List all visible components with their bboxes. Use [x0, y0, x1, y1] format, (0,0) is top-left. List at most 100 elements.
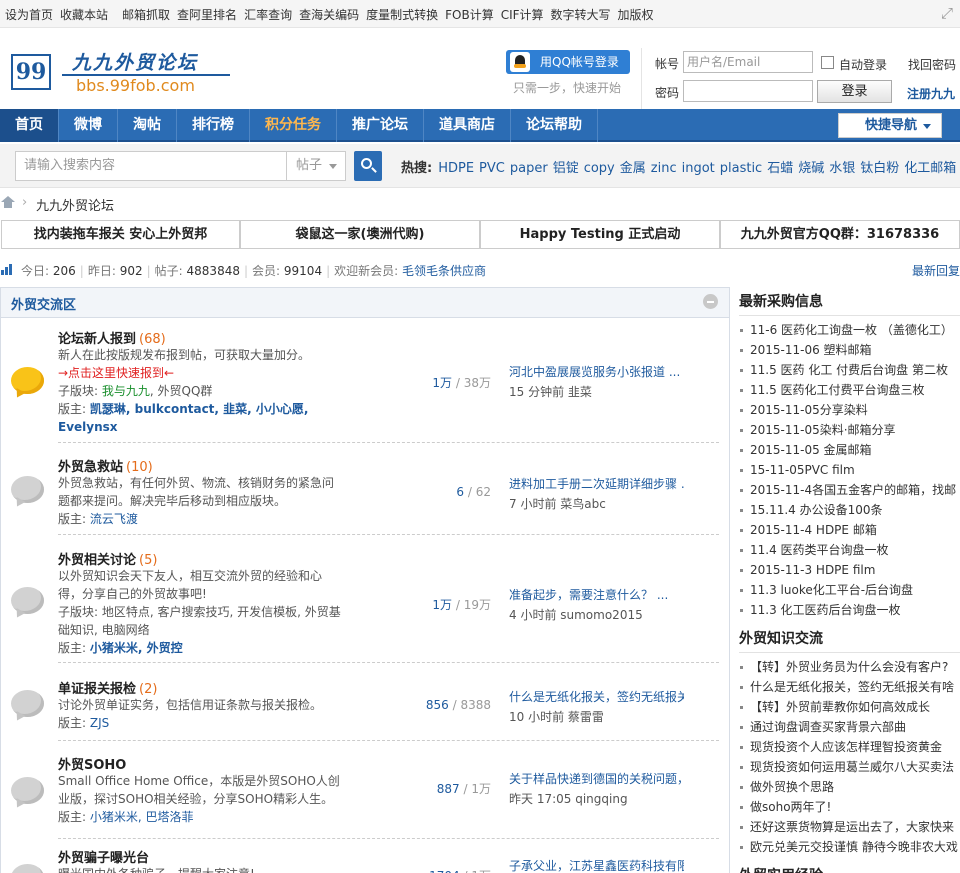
qq-login-button[interactable]: 用QQ帐号登录	[506, 50, 630, 74]
nav-ranking[interactable]: 排行榜	[177, 109, 250, 142]
logo-title[interactable]: 九九外贸论坛	[72, 48, 198, 75]
list-item[interactable]: 2015-11-4各国五金客户的邮箱，找邮	[739, 480, 960, 500]
list-item[interactable]: 2015-11-05 金属邮箱	[739, 440, 960, 460]
forgot-password-link[interactable]: 找回密码	[908, 56, 956, 73]
auto-login-checkbox[interactable]	[821, 56, 834, 69]
list-item[interactable]: 11-6 医药化工询盘一枚 （盖德化工）	[739, 320, 960, 340]
nav-weibo[interactable]: 微博	[59, 109, 118, 142]
quick-nav-dropdown[interactable]: 快捷导航	[838, 113, 942, 138]
search-button[interactable]	[354, 151, 382, 181]
register-link[interactable]: 注册九九	[907, 85, 955, 102]
hot-keyword[interactable]: 金属	[620, 161, 646, 176]
ad-link[interactable]: 袋鼠这一家(墺洲代购)	[240, 220, 480, 249]
list-item[interactable]: 现货投资个人应该怎样理智投资黄金	[739, 737, 960, 757]
hot-keyword[interactable]: 铝锭	[553, 161, 579, 176]
list-item[interactable]: 11.5 医药 化工 付费后台询盘 第二枚	[739, 360, 960, 380]
sub-board-link[interactable]: , 外贸QQ群	[150, 384, 213, 398]
link-number-uppercase[interactable]: 数字转大写	[551, 8, 611, 22]
list-item[interactable]: 11.3 luoke化工平台-后台询盘	[739, 580, 960, 600]
list-item[interactable]: 【转】外贸前辈教你如何高效成长	[739, 697, 960, 717]
hot-keyword[interactable]: paper	[510, 161, 548, 176]
list-item[interactable]: 11.4 医药类平台询盘一枚	[739, 540, 960, 560]
home-icon[interactable]	[1, 196, 15, 208]
nav-shop[interactable]: 道具商店	[424, 109, 511, 142]
list-item[interactable]: 2015-11-05分享染料	[739, 400, 960, 420]
hot-keyword[interactable]: zinc	[651, 161, 677, 176]
board-title[interactable]: 外贸SOHO	[58, 754, 126, 773]
ad-link[interactable]: Happy Testing 正式启动	[480, 220, 720, 249]
moderator-links[interactable]: ZJS	[90, 716, 109, 730]
logo-mark[interactable]: 99	[11, 54, 51, 90]
list-item[interactable]: 2015-11-4 HDPE 邮箱	[739, 520, 960, 540]
link-exchange-rate[interactable]: 汇率查询	[244, 8, 292, 22]
list-item[interactable]: 11.5 医药化工付费平台询盘三枚	[739, 380, 960, 400]
list-item[interactable]: 现货投资如何运用葛兰威尔八大买卖法	[739, 757, 960, 777]
search-input[interactable]: 请输入搜索内容	[15, 151, 287, 181]
last-post-title[interactable]: 子承父业，江苏星鑫医药科技有限 ...	[509, 857, 684, 873]
hot-keyword[interactable]: HDPE	[438, 161, 474, 176]
board-title[interactable]: 外贸骗子曝光台	[58, 847, 149, 866]
auto-login-label[interactable]: 自动登录	[839, 56, 887, 73]
password-input[interactable]	[683, 80, 813, 102]
list-item[interactable]: 15-11-05PVC film	[739, 460, 960, 480]
practical-experience-title[interactable]: 外贸实用经验	[739, 864, 960, 873]
expand-icon[interactable]: ⤢	[938, 4, 956, 22]
list-item[interactable]: 做外贸换个思路	[739, 777, 960, 797]
link-bookmark[interactable]: 收藏本站	[60, 8, 108, 22]
hot-keyword[interactable]: 钛白粉	[860, 161, 899, 176]
breadcrumb-current[interactable]: 九九外贸论坛	[36, 195, 114, 214]
section-title[interactable]: 外贸交流区	[11, 294, 76, 313]
hot-keyword[interactable]: copy	[584, 161, 615, 176]
login-button[interactable]: 登录	[817, 80, 892, 103]
search-type-select[interactable]: 帖子	[286, 151, 346, 181]
hot-keyword[interactable]: 水银	[829, 161, 855, 176]
link-set-homepage[interactable]: 设为首页	[5, 8, 53, 22]
quick-report-link[interactable]: →点击这里快速报到←	[58, 364, 343, 382]
list-item[interactable]: 欧元兑美元交投谨慎 静待今晚非农大戏	[739, 837, 960, 857]
nav-taotie[interactable]: 淘帖	[118, 109, 177, 142]
list-item[interactable]: 还好这票货物算是运出去了，大家快来	[739, 817, 960, 837]
list-item[interactable]: 11.3 化工医药后台询盘一枚	[739, 600, 960, 620]
board-title[interactable]: 外贸急救站 (10)	[58, 456, 153, 475]
purchase-info-title[interactable]: 最新采购信息	[739, 290, 960, 316]
link-add-copyright[interactable]: 加版权	[618, 8, 654, 22]
latest-replies-link[interactable]: 最新回复	[912, 262, 960, 279]
last-post-title[interactable]: 准备起步，需要注意什么？ ...	[509, 586, 684, 603]
sub-board-links[interactable]: 地区特点, 客户搜索技巧, 开发信模板, 外贸基础知识, 电脑网络	[58, 605, 341, 637]
list-item[interactable]: 2015-11-3 HDPE film	[739, 560, 960, 580]
link-email-grab[interactable]: 邮箱抓取	[122, 8, 170, 22]
sub-board-link[interactable]: 我与九九	[102, 384, 150, 398]
moderator-links[interactable]: 凯瑟琳, bulkcontact, 韭菜, 小小心愿, Evelynsx	[58, 402, 308, 434]
board-title[interactable]: 外贸相关讨论 (5)	[58, 549, 157, 568]
moderator-links[interactable]: 小猪米米, 巴塔洛菲	[90, 810, 194, 824]
list-item[interactable]: 做soho两年了!	[739, 797, 960, 817]
link-hs-code[interactable]: 查海关编码	[299, 8, 359, 22]
hot-keyword[interactable]: 石蜡	[767, 161, 793, 176]
hot-keyword[interactable]: PVC	[479, 161, 505, 176]
ad-link[interactable]: 找内装拖车报关 安心上外贸邦	[1, 220, 240, 249]
ad-link[interactable]: 九九外贸官方QQ群：31678336	[720, 220, 960, 249]
link-unit-convert[interactable]: 度量制式转换	[366, 8, 438, 22]
hot-keyword[interactable]: 烧碱	[798, 161, 824, 176]
link-fob-calc[interactable]: FOB计算	[445, 8, 494, 22]
last-post-title[interactable]: 进料加工手册二次延期详细步骤 ...	[509, 475, 684, 492]
hot-keyword[interactable]: plastic	[720, 161, 762, 176]
link-alibaba-rank[interactable]: 查阿里排名	[177, 8, 237, 22]
last-post-title[interactable]: 关于样品快递到德国的关税问题，...	[509, 770, 684, 787]
list-item[interactable]: 15.11.4 办公设备100条	[739, 500, 960, 520]
board-title[interactable]: 论坛新人报到 (68)	[58, 328, 166, 347]
link-cif-calc[interactable]: CIF计算	[501, 8, 544, 22]
list-item[interactable]: 2015-11-06 塑料邮箱	[739, 340, 960, 360]
nav-points-tasks[interactable]: 积分任务	[250, 109, 337, 142]
last-post-title[interactable]: 河北中盈展展览服务小张报道 ...	[509, 363, 684, 380]
account-input[interactable]: 用户名/Email	[683, 51, 813, 73]
new-member-link[interactable]: 毛领毛条供应商	[402, 264, 486, 278]
list-item[interactable]: 通过询盘调查买家背景六部曲	[739, 717, 960, 737]
nav-home[interactable]: 首页	[0, 109, 59, 142]
list-item[interactable]: 什么是无纸化报关，签约无纸报关有啥	[739, 677, 960, 697]
nav-promote[interactable]: 推广论坛	[337, 109, 424, 142]
moderator-links[interactable]: 小猪米米, 外贸控	[90, 641, 183, 655]
knowledge-title[interactable]: 外贸知识交流	[739, 627, 960, 653]
list-item[interactable]: 【转】外贸业务员为什么会没有客户?	[739, 657, 960, 677]
logo-url[interactable]: bbs.99fob.com	[76, 76, 195, 95]
